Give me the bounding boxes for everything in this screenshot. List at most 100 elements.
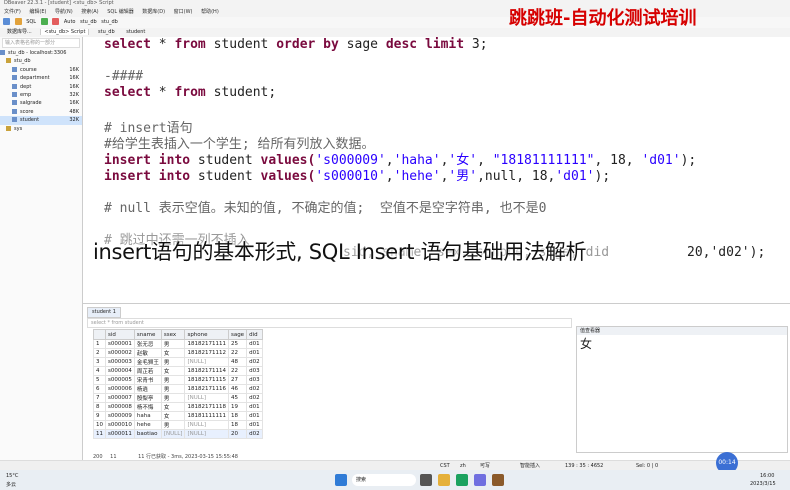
row-number-cell[interactable]: 2 (93, 348, 106, 358)
results-tab[interactable]: student 1 (87, 307, 121, 318)
table-row[interactable]: 5 s000005 宋青书男 18182171115 27 d03 (93, 375, 263, 385)
table-cell[interactable]: 19 (227, 402, 248, 412)
sql-editor-icon[interactable] (14, 18, 22, 25)
table-cell[interactable]: d01 (246, 348, 263, 358)
tree-table[interactable]: emp 32K (0, 91, 82, 99)
table-cell[interactable]: d01 (246, 339, 263, 349)
menu-file[interactable]: 文件(F) (4, 9, 21, 15)
tree-schema[interactable]: stu_db (0, 57, 82, 65)
table-cell[interactable]: s000007 (105, 393, 135, 403)
table-cell[interactable]: d02 (246, 384, 263, 394)
table-cell[interactable]: 18181111111 (184, 411, 229, 421)
table-cell[interactable]: s000008 (105, 402, 135, 412)
navigator-filter-input[interactable]: 输入表格名称的一部分 (2, 38, 80, 48)
table-cell[interactable]: 18182171114 (184, 366, 229, 376)
table-cell[interactable]: 杨不悔 (133, 402, 162, 412)
table-cell[interactable]: 殷梨亭 (133, 393, 162, 403)
table-cell[interactable]: [NULL] (184, 357, 229, 367)
table-cell[interactable]: 18182171111 (184, 339, 229, 349)
table-cell[interactable]: 宋青书 (133, 375, 162, 385)
table-cell[interactable]: 18182171118 (184, 402, 229, 412)
table-cell[interactable]: 46 (227, 384, 248, 394)
table-cell[interactable]: 周芷若 (133, 366, 162, 376)
table-cell[interactable]: 48 (227, 357, 248, 367)
tree-table[interactable]: score 48K (0, 108, 82, 116)
taskbar-search[interactable]: 搜索 (352, 474, 416, 486)
table-cell[interactable]: hehe (133, 420, 162, 430)
row-number-cell[interactable]: 1 (93, 339, 106, 349)
table-row[interactable]: 2 s000002 赵敏女 18182171112 22 d01 (93, 348, 263, 358)
table-cell[interactable]: 女 (160, 366, 186, 376)
column-header[interactable]: sage (227, 329, 248, 340)
table-cell[interactable]: s000001 (105, 339, 135, 349)
tab-student[interactable]: student (123, 29, 148, 35)
table-cell[interactable]: s000003 (105, 357, 135, 367)
table-cell[interactable]: s000005 (105, 375, 135, 385)
table-cell[interactable]: d02 (246, 357, 263, 367)
table-cell[interactable]: 18182171112 (184, 348, 229, 358)
column-header[interactable]: sphone (184, 329, 229, 340)
table-row[interactable]: 8 s000008 杨不悔女 18182171118 19 d01 (93, 402, 263, 412)
tree-table[interactable]: course 16K (0, 66, 82, 74)
row-number-cell[interactable]: 8 (93, 402, 106, 412)
row-number-cell[interactable]: 10 (93, 420, 106, 430)
table-cell[interactable]: s000004 (105, 366, 135, 376)
table-cell[interactable]: s000002 (105, 348, 135, 358)
table-cell[interactable]: 金毛狮王 (133, 357, 162, 367)
table-cell[interactable]: d02 (246, 393, 263, 403)
row-number-cell[interactable]: 7 (93, 393, 106, 403)
menu-window[interactable]: 窗口(W) (174, 9, 193, 15)
column-header[interactable]: sid (105, 329, 135, 340)
tree-table-selected[interactable]: student 32K (0, 116, 82, 125)
row-number-cell[interactable]: 6 (93, 384, 106, 394)
table-cell[interactable]: d02 (246, 429, 263, 439)
sql-button[interactable]: SQL (26, 19, 36, 25)
menu-sql-editor[interactable]: SQL 编辑器 (107, 9, 134, 15)
tree-table[interactable]: salgrade 16K (0, 99, 82, 107)
row-number-cell[interactable]: 5 (93, 375, 106, 385)
table-cell[interactable]: [NULL] (184, 420, 229, 430)
table-cell[interactable]: 赵敏 (133, 348, 162, 358)
table-row[interactable]: 11 s000011 baotiao [NULL] [NULL] 20 d02 (93, 429, 263, 439)
table-cell[interactable]: d01 (246, 411, 263, 421)
table-cell[interactable]: 张无忌 (133, 339, 162, 349)
active-connection-select[interactable]: stu_db (80, 19, 97, 25)
tab-navigator[interactable]: 数据库导... (4, 29, 35, 35)
dbeaver-icon[interactable] (492, 474, 504, 486)
table-row[interactable]: 3 s000003 金毛狮王男 [NULL] 48 d02 (93, 357, 263, 367)
table-cell[interactable]: 男 (160, 375, 186, 385)
table-cell[interactable]: s000010 (105, 420, 135, 430)
tree-table[interactable]: dept 16K (0, 83, 82, 91)
table-cell[interactable]: s000011 (105, 429, 135, 439)
new-connection-icon[interactable] (3, 18, 10, 25)
table-cell[interactable]: 18 (227, 411, 248, 421)
table-cell[interactable]: d03 (246, 366, 263, 376)
table-cell[interactable]: 22 (227, 348, 248, 358)
column-header[interactable]: sname (133, 329, 162, 340)
tab-stu-db[interactable]: stu_db (95, 29, 118, 35)
tree-connection[interactable]: stu_db - localhost:3306 (0, 49, 82, 57)
menu-help[interactable]: 帮助(H) (201, 9, 219, 15)
table-cell[interactable]: 18182171115 (184, 375, 229, 385)
table-cell[interactable]: d01 (246, 420, 263, 430)
table-cell[interactable]: 45 (227, 393, 248, 403)
active-schema-select[interactable]: stu_db (101, 19, 118, 25)
weather-temp[interactable]: 15°C (6, 473, 18, 479)
file-explorer-icon[interactable] (438, 474, 450, 486)
menu-navigate[interactable]: 导航(N) (55, 9, 73, 15)
column-header[interactable]: did (246, 329, 263, 340)
table-cell[interactable]: 男 (160, 339, 186, 349)
app-icon[interactable] (474, 474, 486, 486)
table-cell[interactable]: 女 (160, 348, 186, 358)
table-cell[interactable]: [NULL] (160, 429, 186, 439)
table-cell[interactable]: 女 (160, 411, 186, 421)
menu-database[interactable]: 数据库(D) (142, 9, 165, 15)
table-row[interactable]: 1 s000001 张无忌男 18182171111 25 d01 (93, 339, 263, 349)
row-number-cell[interactable]: 4 (93, 366, 106, 376)
table-cell[interactable]: 25 (227, 339, 248, 349)
commit-icon[interactable] (40, 18, 48, 25)
table-cell[interactable]: baotiao (133, 429, 162, 439)
table-cell[interactable]: 27 (227, 375, 248, 385)
value-viewer-content[interactable]: 女 (577, 335, 787, 352)
table-cell[interactable]: 男 (160, 420, 186, 430)
